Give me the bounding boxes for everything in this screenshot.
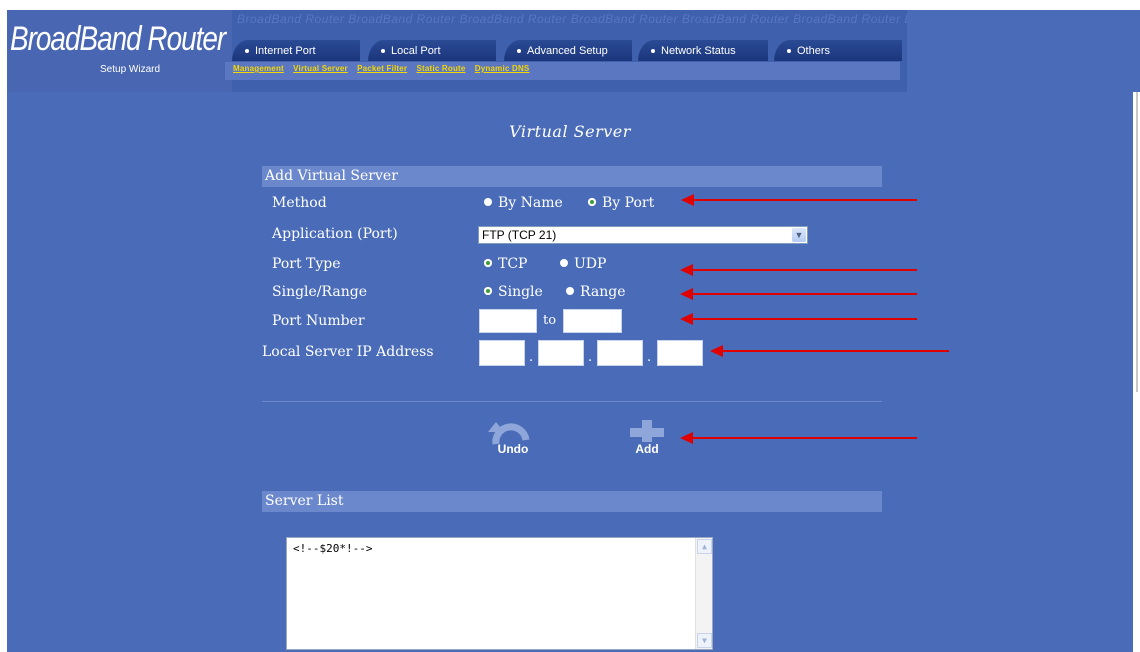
scroll-up-icon[interactable]: ▲ <box>697 539 712 554</box>
submenu-static-route[interactable]: Static Route <box>416 64 465 73</box>
method-by-port-radio[interactable]: By Port <box>588 195 654 211</box>
ip-octet-2-input[interactable] <box>538 340 584 366</box>
plus-icon <box>630 420 664 442</box>
window-edge <box>1133 92 1140 652</box>
local-ip-label: Local Server IP Address <box>262 344 434 360</box>
submenu: Management Virtual Server Packet Filter … <box>233 64 536 73</box>
submenu-management[interactable]: Management <box>233 64 284 73</box>
header-watermark: BroadBand Router BroadBand Router BroadB… <box>237 12 907 26</box>
main-tabs: Internet Port Local Port Advanced Setup … <box>232 40 902 62</box>
application-select-value: FTP (TCP 21) <box>482 228 557 242</box>
radio-label: TCP <box>498 256 528 272</box>
submenu-dynamic-dns[interactable]: Dynamic DNS <box>475 64 530 73</box>
add-button[interactable]: Add <box>622 418 672 460</box>
method-label: Method <box>272 195 327 211</box>
application-select[interactable]: FTP (TCP 21) ▼ <box>478 226 808 244</box>
port-number-label: Port Number <box>272 313 365 329</box>
tab-advanced-setup[interactable]: Advanced Setup <box>504 40 632 61</box>
submenu-virtual-server[interactable]: Virtual Server <box>293 64 348 73</box>
radio-selected-icon <box>484 259 492 267</box>
undo-button[interactable]: Undo <box>486 418 540 460</box>
radio-icon <box>566 287 574 295</box>
tab-label: Local Port <box>391 45 441 57</box>
tab-local-port[interactable]: Local Port <box>368 40 496 61</box>
tab-label: Internet Port <box>255 45 316 57</box>
bullet-icon <box>517 49 521 54</box>
bullet-icon <box>787 49 791 54</box>
port-start-input[interactable] <box>479 309 537 333</box>
radio-label: Range <box>580 284 626 300</box>
radio-label: By Port <box>602 195 655 211</box>
ip-separator: . <box>588 350 593 365</box>
port-to-label: to <box>543 313 557 328</box>
server-list-heading: Server List <box>262 491 882 512</box>
radio-label: By Name <box>498 195 563 211</box>
application-label: Application (Port) <box>272 226 398 242</box>
port-type-tcp-radio[interactable]: TCP <box>484 256 527 272</box>
radio-icon <box>560 259 568 267</box>
port-end-input[interactable] <box>563 309 622 333</box>
ip-octet-4-input[interactable] <box>657 340 703 366</box>
tab-others[interactable]: Others <box>774 40 902 61</box>
bullet-icon <box>381 49 385 54</box>
server-list-scrollbar[interactable]: ▲ ▼ <box>695 538 712 649</box>
setup-wizard-link[interactable]: Setup Wizard <box>100 64 160 75</box>
add-label: Add <box>635 442 659 456</box>
page-title: Virtual Server <box>509 122 631 141</box>
scroll-down-icon[interactable]: ▼ <box>697 633 712 648</box>
tab-network-status[interactable]: Network Status <box>638 40 768 61</box>
bullet-icon <box>651 49 655 54</box>
undo-label: Undo <box>497 442 529 456</box>
ip-octet-3-input[interactable] <box>597 340 643 366</box>
port-type-udp-radio[interactable]: UDP <box>560 256 606 272</box>
chevron-down-icon[interactable]: ▼ <box>792 228 806 242</box>
radio-selected-icon <box>588 198 596 206</box>
single-range-label: Single/Range <box>272 284 367 300</box>
radio-selected-icon <box>484 287 492 295</box>
radio-label: UDP <box>574 256 607 272</box>
tab-label: Network Status <box>661 45 736 57</box>
port-type-label: Port Type <box>272 256 341 272</box>
brand-box: BroadBand Router Setup Wizard <box>7 10 232 92</box>
range-radio[interactable]: Range <box>566 284 625 300</box>
server-list-content: <!--$20*!--> <box>293 542 373 555</box>
bullet-icon <box>245 49 249 54</box>
tab-internet-port[interactable]: Internet Port <box>232 40 360 61</box>
radio-icon <box>484 198 492 206</box>
tab-label: Advanced Setup <box>527 45 608 57</box>
ip-separator: . <box>529 350 534 365</box>
add-virtual-server-heading: Add Virtual Server <box>262 166 882 187</box>
method-by-name-radio[interactable]: By Name <box>484 195 563 211</box>
radio-label: Single <box>498 284 543 300</box>
server-list-textarea[interactable]: <!--$20*!--> ▲ ▼ <box>286 537 713 650</box>
ip-octet-1-input[interactable] <box>479 340 525 366</box>
brand-logo: BroadBand Router <box>10 20 226 58</box>
tab-label: Others <box>797 45 831 57</box>
submenu-packet-filter[interactable]: Packet Filter <box>357 64 407 73</box>
ip-separator: . <box>647 350 652 365</box>
single-radio[interactable]: Single <box>484 284 543 300</box>
divider <box>262 401 882 402</box>
